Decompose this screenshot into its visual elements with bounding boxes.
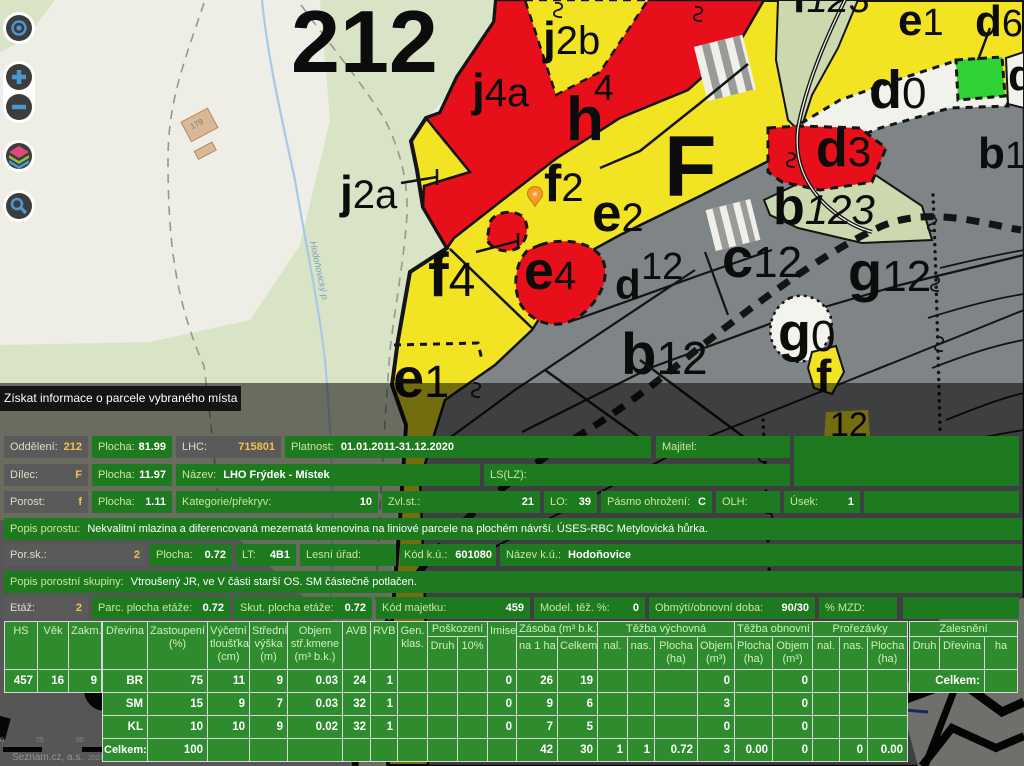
svg-text:j4a: j4a [471, 64, 530, 116]
svg-text:b12: b12 [978, 129, 1024, 178]
svg-text:F: F [664, 119, 717, 215]
svg-text:12: 12 [641, 246, 683, 288]
svg-text:d0: d0 [869, 60, 926, 120]
svg-text:d: d [615, 261, 641, 308]
svg-text:e1: e1 [898, 0, 944, 45]
svg-text:d: d [1008, 51, 1024, 100]
svg-text:d3: d3 [816, 120, 871, 178]
svg-text:b123: b123 [773, 178, 875, 236]
svg-text:212: 212 [291, 0, 438, 91]
svg-text:f123: f123 [792, 0, 870, 22]
svg-text:j2b: j2b [542, 12, 600, 64]
svg-text:4: 4 [594, 67, 614, 108]
svg-text:✳: ✳ [532, 190, 539, 199]
svg-text:j2a: j2a [339, 166, 398, 218]
svg-text:d6: d6 [975, 0, 1023, 46]
